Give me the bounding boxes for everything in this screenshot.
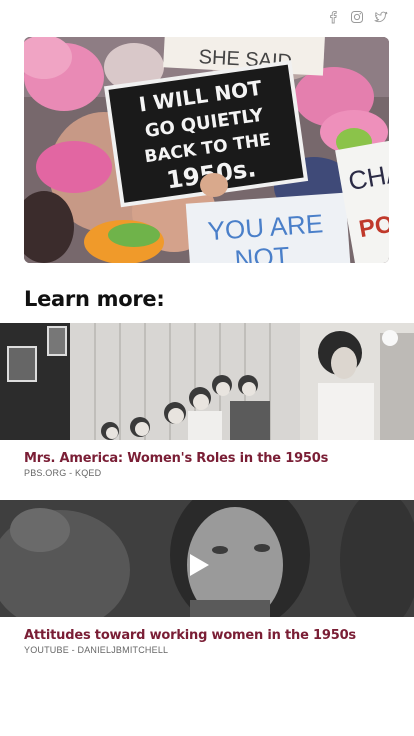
facebook-icon[interactable] [326,10,340,24]
card-1-source: PBS.ORG - KQED [24,468,102,478]
learn-more-heading: Learn more: [24,287,165,311]
instagram-icon[interactable] [350,10,364,24]
card-2-title[interactable]: Attitudes toward working women in the 19… [24,628,356,643]
sign-not: NOT [234,241,291,263]
twitter-icon[interactable] [374,10,388,24]
card-2-source: YOUTUBE - DANIELJBMITCHELL [24,645,169,655]
hero-image: SHE SAID I WILL NOT GO QUIETLY BACK TO T… [24,37,389,263]
card-1-title[interactable]: Mrs. America: Women's Roles in the 1950s [24,451,328,466]
sign-po: PO [357,211,389,244]
play-icon[interactable] [188,553,210,577]
card-1-image[interactable] [0,323,414,440]
social-links [326,10,388,24]
